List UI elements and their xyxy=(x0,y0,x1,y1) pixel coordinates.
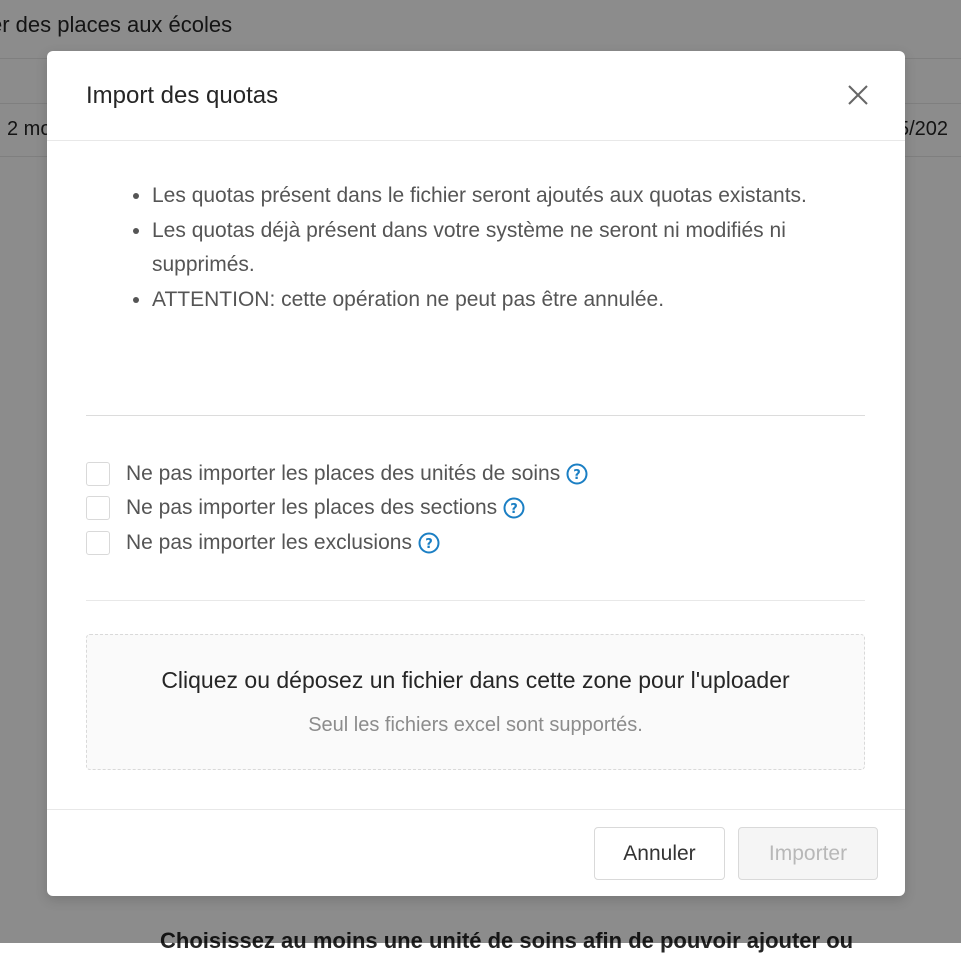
question-circle-icon[interactable]: ? xyxy=(418,532,440,554)
info-list: Les quotas présent dans le fichier seron… xyxy=(108,179,872,317)
svg-text:?: ? xyxy=(573,468,581,483)
option-label: Ne pas importer les places des unités de… xyxy=(126,462,561,485)
import-button[interactable]: Importer xyxy=(738,827,878,880)
list-item: ATTENTION: cette opération ne peut pas ê… xyxy=(152,283,872,318)
question-circle-icon[interactable]: ? xyxy=(566,463,588,485)
skip-exclusions-checkbox[interactable] xyxy=(86,531,110,555)
dropzone-hint: Seul les fichiers excel sont supportés. xyxy=(308,714,643,736)
divider xyxy=(86,600,865,601)
file-upload-dropzone[interactable]: Cliquez ou déposez un fichier dans cette… xyxy=(86,634,865,770)
skip-sections-checkbox[interactable] xyxy=(86,496,110,520)
option-skip-sections: Ne pas importer les places des sections … xyxy=(86,495,525,521)
close-icon xyxy=(848,85,868,105)
modal-title: Import des quotas xyxy=(86,82,279,109)
option-label: Ne pas importer les places des sections xyxy=(126,496,498,519)
list-item: Les quotas déjà présent dans votre systè… xyxy=(152,214,872,283)
option-label: Ne pas importer les exclusions xyxy=(126,531,412,554)
import-quotas-modal: Import des quotas Les quotas présent dan… xyxy=(47,51,905,896)
divider xyxy=(86,415,865,416)
modal-footer: Annuler Importer xyxy=(47,809,905,897)
dropzone-title: Cliquez ou déposez un fichier dans cette… xyxy=(161,667,790,693)
option-skip-exclusions: Ne pas importer les exclusions ? xyxy=(86,530,440,556)
modal-header: Import des quotas xyxy=(47,51,905,141)
option-skip-care-units: Ne pas importer les places des unités de… xyxy=(86,461,588,487)
skip-care-units-checkbox[interactable] xyxy=(86,462,110,486)
svg-text:?: ? xyxy=(510,502,518,517)
svg-text:?: ? xyxy=(425,537,433,552)
list-item: Les quotas présent dans le fichier seron… xyxy=(152,179,872,214)
cancel-button[interactable]: Annuler xyxy=(594,827,725,880)
close-button[interactable] xyxy=(844,81,872,109)
question-circle-icon[interactable]: ? xyxy=(503,497,525,519)
